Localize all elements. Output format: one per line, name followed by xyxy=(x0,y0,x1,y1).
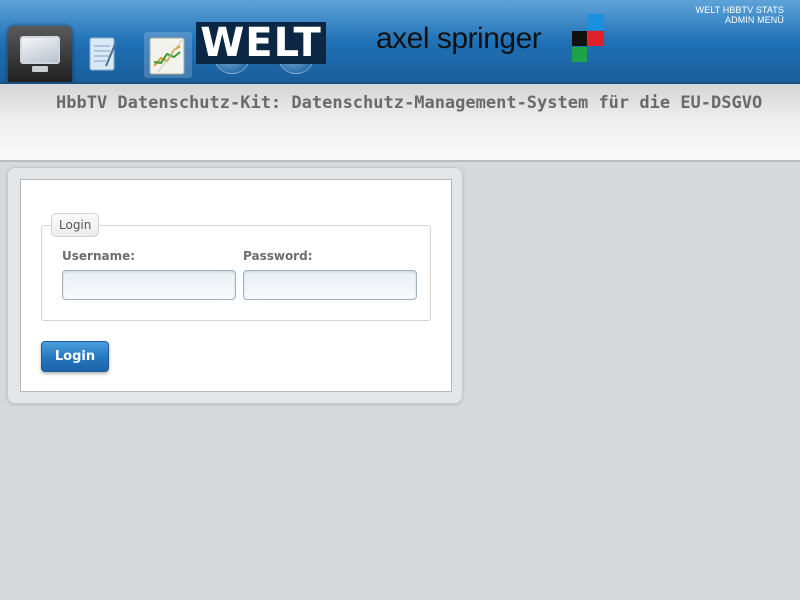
page-title: HbbTV Datenschutz-Kit: Datenschutz-Manag… xyxy=(56,93,763,113)
login-legend: Login xyxy=(51,213,100,237)
monitor-icon[interactable] xyxy=(8,26,72,82)
welt-hbbtv-stats-link[interactable]: WELT HBBTV STATS xyxy=(696,5,784,15)
top-banner: WELT axel springer WELT HBBTV STATS ADMI… xyxy=(0,0,800,84)
admin-links: WELT HBBTV STATS ADMIN MENÜ xyxy=(696,5,784,25)
monitor-screen xyxy=(20,36,60,64)
welt-logo: WELT xyxy=(196,22,326,64)
title-strip: HbbTV Datenschutz-Kit: Datenschutz-Manag… xyxy=(0,86,800,162)
login-panel: Login Username: Password: Login xyxy=(7,167,463,404)
username-label: Username: xyxy=(62,249,136,263)
password-label: Password: xyxy=(243,249,313,263)
monitor-stand xyxy=(32,66,48,72)
admin-menu-link[interactable]: ADMIN MENÜ xyxy=(696,15,784,25)
springer-logo-text: axel springer xyxy=(376,22,542,55)
password-input[interactable] xyxy=(243,270,417,300)
login-button[interactable]: Login xyxy=(41,341,109,372)
springer-logo-mark xyxy=(572,14,604,62)
login-form: Login Username: Password: Login xyxy=(20,179,452,392)
username-input[interactable] xyxy=(62,270,236,300)
welt-logo-text: WELT xyxy=(200,20,322,66)
notes-icon[interactable] xyxy=(88,36,118,74)
chart-icon[interactable] xyxy=(144,32,192,78)
axel-springer-logo: axel springer xyxy=(376,22,542,56)
